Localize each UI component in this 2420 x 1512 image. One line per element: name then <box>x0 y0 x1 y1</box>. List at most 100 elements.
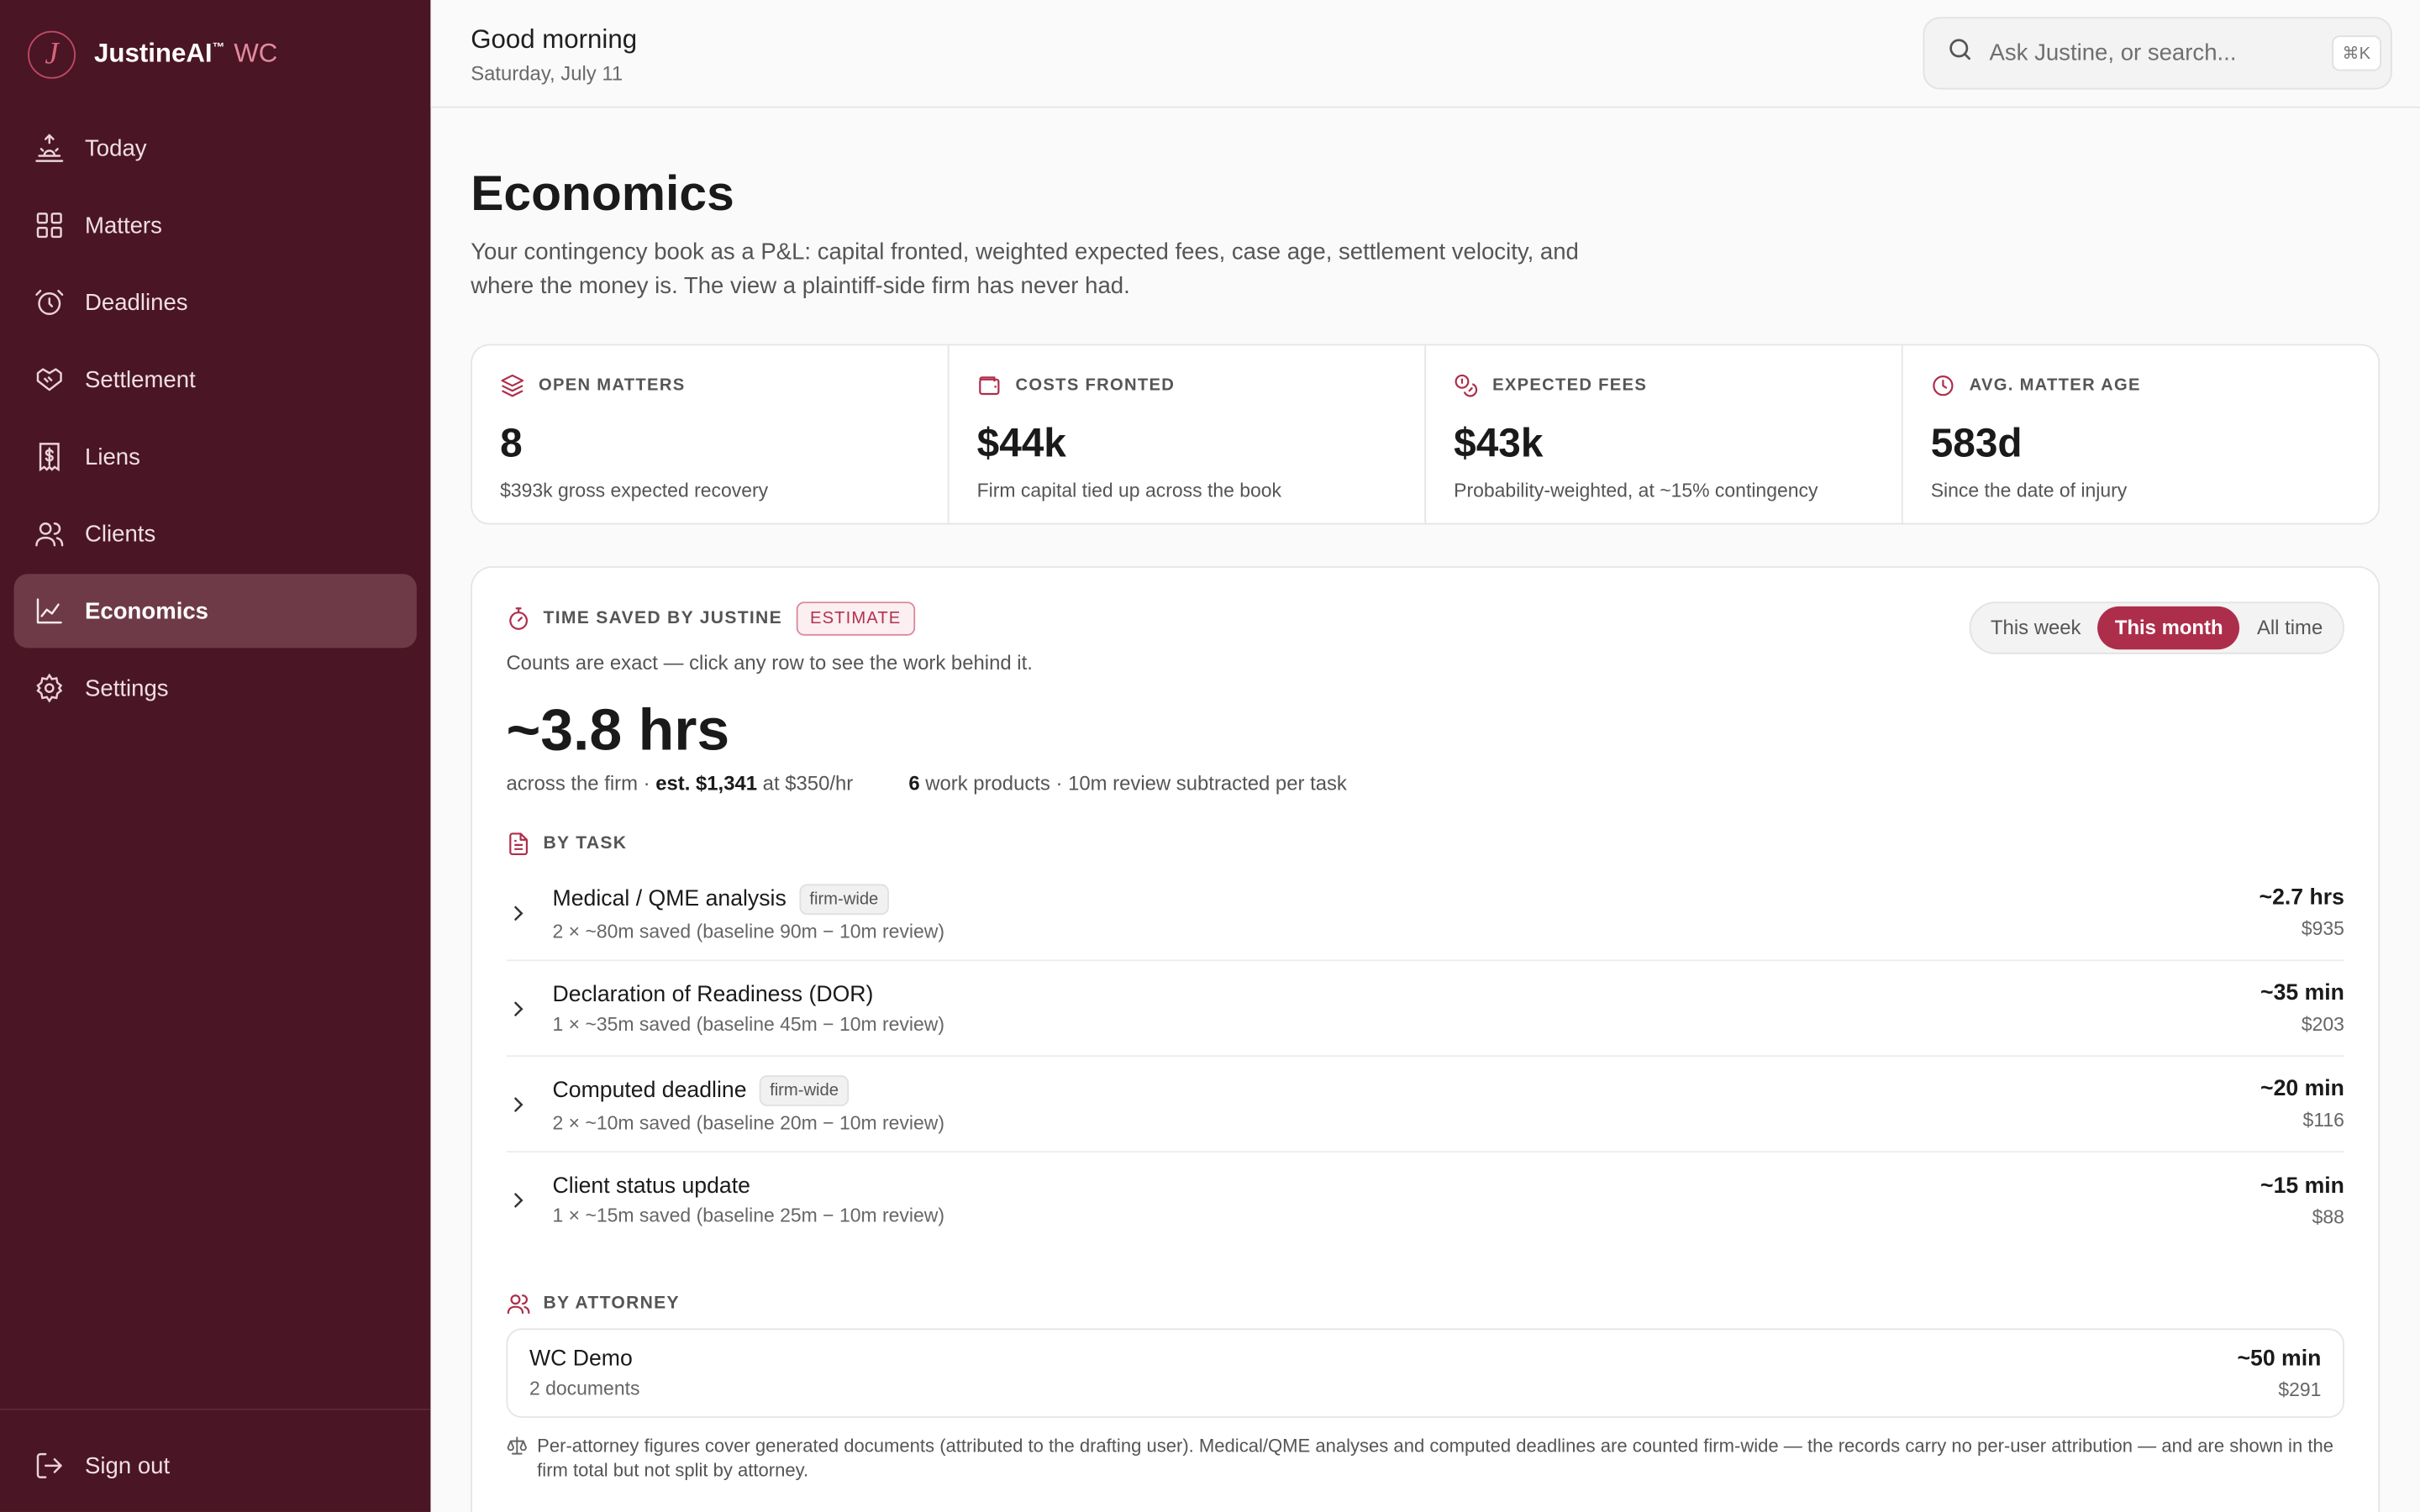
logo-icon: J <box>28 29 76 78</box>
task-value: $116 <box>2302 1109 2344 1131</box>
task-name: Client status update <box>552 1173 750 1200</box>
attorney-name: WC Demo <box>529 1347 633 1372</box>
task-info: Medical / QME analysis firm-wide 2 × ~80m… <box>552 883 2260 942</box>
work-product-count: 6 <box>908 771 920 795</box>
total-time-saved-subtitle: across the firm · est. $1,341 at $350/hr… <box>506 771 2344 795</box>
sidebar-nav: Today Matters Deadlines Settlement Liens… <box>0 111 430 725</box>
sidebar-item-label: Deadlines <box>85 289 188 316</box>
main-content: Economics Your contingency book as a P&L… <box>430 108 2420 1512</box>
range-this-week[interactable]: This week <box>1974 606 2098 649</box>
search-icon <box>1946 35 1974 71</box>
chevron-right-icon <box>506 1188 552 1212</box>
attorney-doc-count: 2 documents <box>529 1378 640 1399</box>
sidebar-item-deadlines[interactable]: Deadlines <box>14 265 417 339</box>
attorney-amount: ~50 min $291 <box>2237 1347 2321 1400</box>
stat-label: EXPECTED FEES <box>1492 376 1648 396</box>
page-title: Economics <box>471 165 734 221</box>
chevron-right-icon <box>506 996 552 1021</box>
task-row[interactable]: Computed deadline firm-wide 2 × ~10m save… <box>506 1057 2344 1153</box>
coins-icon <box>1454 373 1478 397</box>
brand-name-text: JustineAI <box>94 38 213 68</box>
time-range-toggle: This week This month All time <box>1969 601 2344 654</box>
sidebar-item-matters[interactable]: Matters <box>14 188 417 262</box>
attorney-info: WC Demo 2 documents <box>529 1347 2237 1399</box>
stopwatch-icon <box>506 606 530 631</box>
gear-icon <box>34 673 65 704</box>
task-amount: ~35 min $203 <box>2260 981 2344 1035</box>
sidebar-item-settlement[interactable]: Settlement <box>14 343 417 417</box>
estimate-badge: ESTIMATE <box>796 601 915 636</box>
search-shortcut: ⌘K <box>2331 35 2382 71</box>
sidebar-item-label: Economics <box>85 597 209 624</box>
task-detail: 1 × ~15m saved (baseline 25m − 10m revie… <box>552 1205 944 1227</box>
trademark: ™ <box>212 40 225 55</box>
greeting-text: Good morning <box>471 24 638 55</box>
search-input[interactable]: Ask Justine, or search... ⌘K <box>1923 17 2392 90</box>
clock-icon <box>1931 373 1955 397</box>
stat-desc: $393k gross expected recovery <box>500 480 769 501</box>
document-icon <box>506 832 530 856</box>
brand-name: JustineAI™ WC <box>94 39 277 70</box>
line-chart-icon <box>34 596 65 627</box>
sidebar-item-liens[interactable]: Liens <box>14 420 417 494</box>
task-value: $203 <box>2301 1013 2344 1036</box>
stat-label: OPEN MATTERS <box>539 376 686 396</box>
handshake-icon <box>34 364 65 395</box>
attorney-time: ~50 min <box>2237 1346 2322 1371</box>
time-saved-title: TIME SAVED BY JUSTINE <box>543 609 782 628</box>
task-row[interactable]: Client status update 1 × ~15m saved (bas… <box>506 1152 2344 1248</box>
page-subtitle: Your contingency book as a P&L: capital … <box>471 239 1579 300</box>
search-placeholder: Ask Justine, or search... <box>1989 39 2237 66</box>
task-list: Medical / QME analysis firm-wide 2 × ~80m… <box>506 865 2344 1248</box>
task-detail: 1 × ~35m saved (baseline 45m − 10m revie… <box>552 1012 944 1035</box>
sidebar-item-label: Settings <box>85 675 169 701</box>
sign-out-icon <box>34 1450 65 1481</box>
attorney-row[interactable]: WC Demo 2 documents ~50 min $291 <box>506 1328 2344 1418</box>
counts-note: Counts are exact — click any row to see … <box>506 651 1033 675</box>
stats-bar: OPEN MATTERS 8 $393k gross expected reco… <box>471 344 2381 525</box>
by-task-label: BY TASK <box>543 834 628 853</box>
sidebar-item-label: Matters <box>85 212 162 239</box>
firm-wide-tag: firm-wide <box>798 883 890 915</box>
work-product-note: work products · 10m review subtracted pe… <box>919 771 1347 795</box>
firm-wide-tag: firm-wide <box>759 1074 850 1105</box>
range-all-time[interactable]: All time <box>2240 606 2340 649</box>
sidebar-item-settings[interactable]: Settings <box>14 651 417 725</box>
stat-label: COSTS FRONTED <box>1015 376 1176 396</box>
sidebar-divider <box>0 1408 431 1410</box>
sidebar-item-today[interactable]: Today <box>14 111 417 185</box>
sidebar-item-clients[interactable]: Clients <box>14 496 417 570</box>
sign-out-button[interactable]: Sign out <box>14 1429 417 1503</box>
wallet-icon <box>977 373 1002 397</box>
sign-out-label: Sign out <box>85 1452 171 1479</box>
stat-desc: Since the date of injury <box>1930 480 2128 501</box>
work-products: 6 work products · 10m review subtracted … <box>908 771 1347 795</box>
sidebar-item-label: Today <box>85 134 147 161</box>
task-value: $88 <box>2312 1205 2344 1228</box>
layers-icon <box>500 373 524 397</box>
attribution-footnote: Per-attorney figures cover generated doc… <box>506 1433 2344 1483</box>
time-saved-card: TIME SAVED BY JUSTINE ESTIMATE This week… <box>471 566 2381 1512</box>
chevron-right-icon <box>506 900 552 925</box>
stat-expected-fees: EXPECTED FEES $43k Probability-weighted,… <box>1426 345 1903 523</box>
attorney-value: $291 <box>2278 1378 2322 1400</box>
stat-value: 8 <box>500 419 523 466</box>
range-this-month[interactable]: This month <box>2097 606 2240 650</box>
task-detail: 2 × ~80m saved (baseline 90m − 10m revie… <box>552 920 944 942</box>
grid-icon <box>34 210 65 241</box>
task-name: Medical / QME analysis <box>552 886 786 911</box>
stat-desc: Probability-weighted, at ~15% contingenc… <box>1454 480 1818 501</box>
by-task-heading: BY TASK <box>506 832 2344 856</box>
sidebar-item-economics[interactable]: Economics <box>13 574 417 648</box>
task-row[interactable]: Declaration of Readiness (DOR) 1 × ~35m … <box>506 961 2344 1058</box>
task-row[interactable]: Medical / QME analysis firm-wide 2 × ~80m… <box>506 865 2344 962</box>
sidebar: J JustineAI™ WC Today Matters Deadlines … <box>0 0 431 1512</box>
hourly-rate: at $350/hr <box>757 771 854 795</box>
total-time-saved: ~3.8 hrs <box>506 699 730 764</box>
by-attorney-label: BY ATTORNEY <box>543 1294 680 1314</box>
task-time: ~35 min <box>2260 981 2344 1006</box>
brand[interactable]: J JustineAI™ WC <box>0 0 430 108</box>
sidebar-item-label: Liens <box>85 444 140 470</box>
sidebar-item-label: Settlement <box>85 366 196 393</box>
signout-section: Sign out <box>0 1425 430 1506</box>
